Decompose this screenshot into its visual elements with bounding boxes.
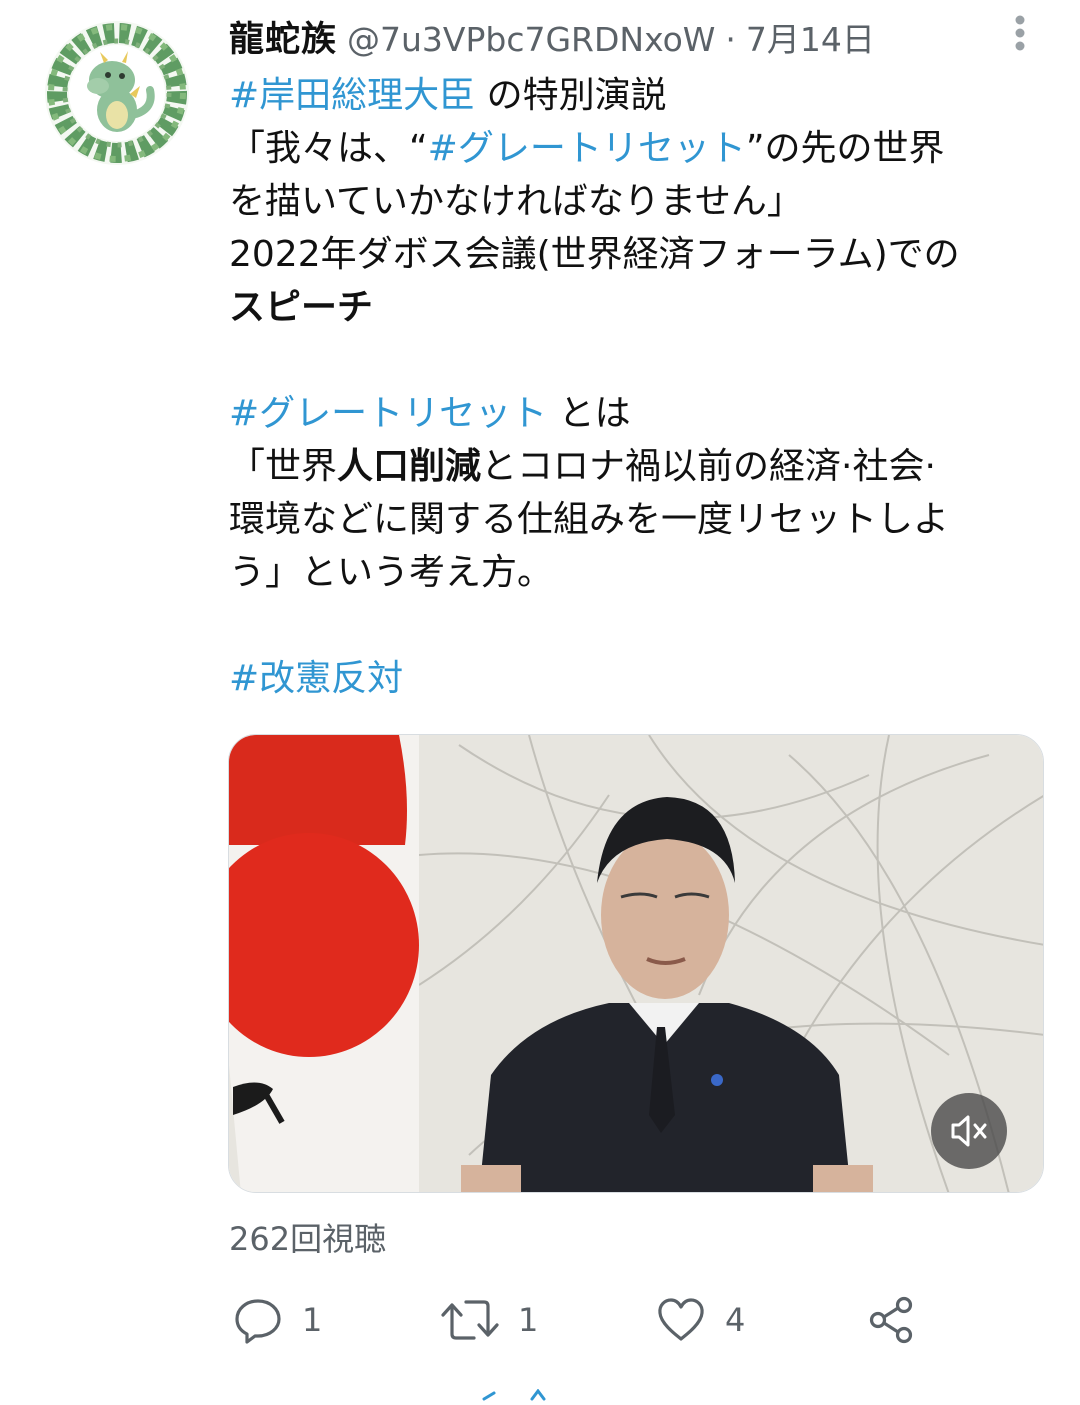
text-segment: とは (547, 393, 631, 434)
tweet-line: #改憲反対 (229, 652, 1039, 705)
text-segment: う」という考え方。 (229, 552, 554, 593)
hashtag-link[interactable]: #グレートリセット (428, 128, 746, 169)
tweet-line: う」という考え方。 (229, 546, 1039, 599)
tweet-date[interactable]: 7月14日 (746, 14, 875, 66)
avatar[interactable] (42, 18, 192, 168)
volume-muted-icon (951, 1115, 987, 1147)
hashtag-link[interactable]: #岸田総理大臣 (229, 75, 475, 116)
reply-count: 1 (302, 1301, 323, 1339)
heart-icon (658, 1298, 704, 1341)
hashtag-link[interactable]: #改憲反対 (229, 658, 403, 699)
bold-text-segment: 人口削減 (337, 446, 482, 487)
video-player[interactable] (228, 734, 1044, 1193)
tweet-line: スピーチ (229, 281, 1039, 334)
bold-text-segment: スピーチ (229, 287, 374, 328)
text-segment: を描いていかなければなりません」 (229, 181, 803, 222)
reply-icon (235, 1299, 281, 1344)
more-options-button[interactable] (1004, 14, 1036, 58)
mute-toggle-button[interactable] (931, 1093, 1007, 1169)
tweet-line: 「世界人口削減とコロナ禍以前の経済·社会· (229, 440, 1039, 493)
text-segment: の特別演説 (475, 75, 667, 116)
tweet-header: 龍蛇族 @7u3VPbc7GRDNxoW · 7月14日 (229, 14, 989, 66)
tweet-line: 環境などに関する仕組みを一度リセットしよ (229, 493, 1039, 546)
tweet-line: 「我々は、“#グレートリセット”の先の世界 (229, 122, 1039, 175)
partial-icon (482, 1388, 546, 1401)
tweet-line: を描いていかなければなりません」 (229, 175, 1039, 228)
like-count: 4 (725, 1301, 746, 1339)
text-segment: 環境などに関する仕組みを一度リセットしよ (229, 499, 950, 540)
share-icon (869, 1296, 913, 1344)
like-button[interactable]: 4 (655, 1290, 745, 1350)
author-name[interactable]: 龍蛇族 (229, 14, 337, 66)
separator-dot: · (725, 20, 736, 59)
tweet-text: #岸田総理大臣 の特別演説 「我々は、“#グレートリセット”の先の世界 を描いて… (229, 69, 1039, 705)
tweet-line: 2022年ダボス会議(世界経済フォーラム)での (229, 228, 1039, 281)
share-button[interactable] (866, 1290, 918, 1350)
text-segment: 2022年ダボス会議(世界経済フォーラム)での (229, 234, 960, 275)
author-handle[interactable]: @7u3VPbc7GRDNxoW (347, 14, 715, 66)
retweet-icon (441, 1300, 499, 1340)
retweet-button[interactable]: 1 (440, 1290, 538, 1350)
tweet-line: #岸田総理大臣 の特別演説 (229, 69, 1039, 122)
text-segment: 「世界 (229, 446, 338, 487)
tweet-actions: 1 1 4 (0, 1290, 1080, 1350)
tweet-line: #グレートリセット とは (229, 387, 1039, 440)
hashtag-link[interactable]: #グレートリセット (229, 393, 547, 434)
text-segment: ”の先の世界 (745, 128, 945, 169)
view-count: 262回視聴 (229, 1220, 387, 1258)
text-segment: とコロナ禍以前の経済·社会· (481, 446, 936, 487)
video-frame-image (229, 735, 1043, 1192)
text-segment: 「我々は、“ (229, 128, 428, 169)
more-vertical-icon (1015, 15, 1025, 51)
next-item-edge (472, 1386, 608, 1401)
retweet-count: 1 (518, 1301, 539, 1339)
dragon-avatar-icon (45, 21, 189, 165)
reply-button[interactable]: 1 (232, 1290, 322, 1350)
